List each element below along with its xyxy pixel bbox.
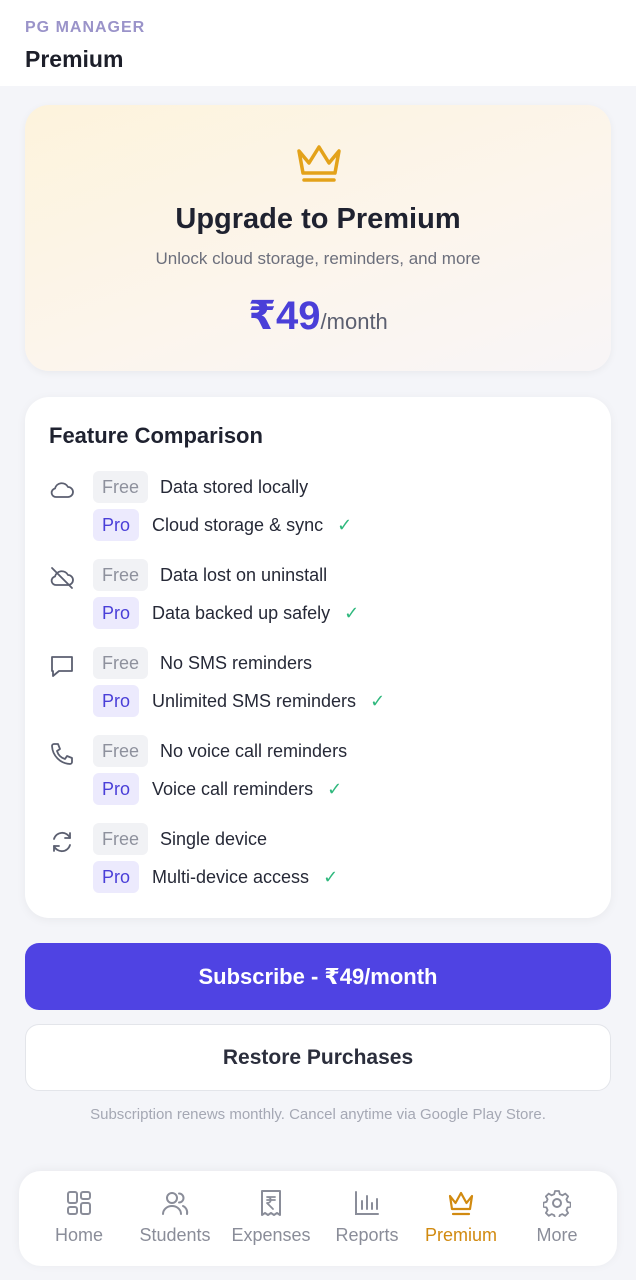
gear-icon (543, 1190, 571, 1217)
premium-hero-card: Upgrade to Premium Unlock cloud storage,… (25, 105, 611, 371)
grid-icon (67, 1191, 91, 1215)
sync-icon (53, 831, 71, 853)
hero-title: Upgrade to Premium (175, 203, 461, 235)
nav-label: Students (139, 1225, 211, 1245)
feature-row: Free Data stored locally Pro Cloud stora… (25, 471, 611, 541)
pro-tag: Pro (93, 773, 140, 805)
pro-feature-text: Data backed up safely ✓ (152, 603, 360, 623)
nav-item-reports[interactable]: Reports (319, 1171, 415, 1266)
app-header: PG MANAGER Premium (0, 0, 636, 86)
feature-row: Free Data lost on uninstall Pro Data bac… (25, 559, 611, 629)
feature-row: Free Single device Pro Multi-device acce… (25, 823, 611, 893)
nav-label: More (536, 1225, 578, 1245)
nav-item-home[interactable]: Home (31, 1171, 127, 1266)
free-feature-text: No voice call reminders (160, 741, 348, 761)
nav-item-more[interactable]: More (509, 1171, 605, 1266)
free-tag: Free (93, 823, 149, 855)
hero-subtitle: Unlock cloud storage, reminders, and mor… (155, 249, 481, 268)
feature-row: Free No SMS reminders Pro Unlimited SMS … (25, 647, 611, 717)
free-tag: Free (93, 647, 149, 679)
pro-feature-text: Multi-device access ✓ (152, 867, 339, 887)
crown-icon (297, 145, 341, 182)
app-name: PG MANAGER (25, 19, 146, 36)
pro-feature-text: Unlimited SMS reminders ✓ (152, 691, 386, 711)
bar-chart-icon (355, 1191, 379, 1215)
nav-item-students[interactable]: Students (127, 1171, 223, 1266)
nav-item-premium[interactable]: Premium (413, 1171, 509, 1266)
price-amount: ₹49 (248, 294, 321, 338)
pro-tag: Pro (93, 861, 140, 893)
check-icon: ✓ (370, 691, 386, 711)
restore-purchases-button[interactable]: Restore Purchases (25, 1024, 611, 1091)
feature-row: Free No voice call reminders Pro Voice c… (25, 735, 611, 805)
free-feature-text: Data lost on uninstall (160, 565, 328, 585)
pro-tag: Pro (93, 597, 140, 629)
cloud-off-icon (50, 567, 74, 589)
check-icon: ✓ (327, 779, 343, 799)
message-icon (51, 656, 73, 677)
nav-label: Premium (424, 1225, 497, 1245)
feature-comparison-title: Feature Comparison (49, 423, 263, 448)
free-feature-text: No SMS reminders (160, 653, 313, 673)
pro-tag: Pro (93, 509, 140, 541)
bottom-nav: Home Students Expenses Reports Premium M… (19, 1171, 617, 1266)
free-tag: Free (93, 735, 149, 767)
nav-label: Expenses (231, 1225, 311, 1245)
check-icon: ✓ (344, 603, 360, 623)
check-icon: ✓ (323, 867, 339, 887)
check-icon: ✓ (337, 515, 353, 535)
pro-feature-text: Voice call reminders ✓ (152, 779, 343, 799)
phone-icon (51, 743, 73, 765)
pro-tag: Pro (93, 685, 140, 717)
free-tag: Free (93, 471, 149, 503)
nav-item-expenses[interactable]: Expenses (223, 1171, 319, 1266)
nav-label: Home (54, 1225, 103, 1245)
users-icon (162, 1192, 189, 1215)
free-tag: Free (93, 559, 149, 591)
receipt-icon (261, 1190, 281, 1216)
free-feature-text: Data stored locally (160, 477, 309, 497)
price-unit: /month (320, 309, 388, 334)
free-feature-text: Single device (160, 829, 268, 849)
nav-label: Reports (335, 1225, 399, 1245)
cloud-icon (50, 482, 74, 498)
pro-feature-text: Cloud storage & sync ✓ (152, 515, 353, 535)
price: ₹49/month (25, 293, 611, 339)
page-title: Premium (25, 46, 124, 72)
crown-icon (448, 1191, 474, 1216)
feature-comparison-card: Feature Comparison Free Data stored loca… (25, 397, 611, 918)
subscribe-button[interactable]: Subscribe - ₹49/month (25, 943, 611, 1010)
subscription-footnote: Subscription renews monthly. Cancel anyt… (90, 1106, 546, 1123)
